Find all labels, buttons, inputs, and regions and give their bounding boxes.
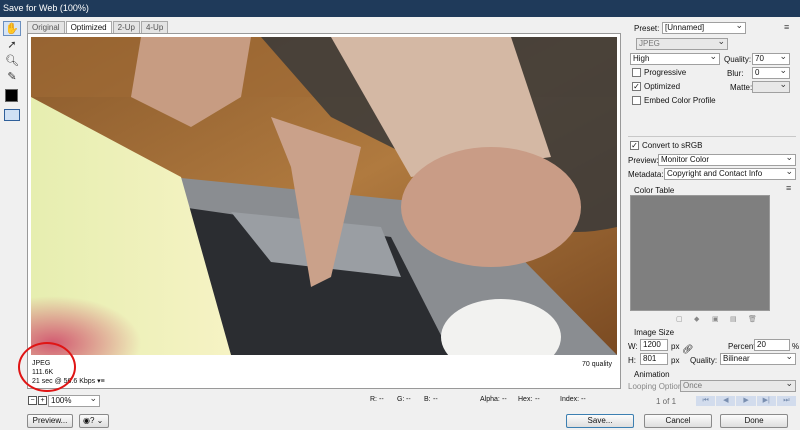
image-size-title: Image Size [634,328,675,337]
blur-input[interactable]: 0 [752,67,790,79]
height-input[interactable]: 801 [640,353,668,365]
g-value: -- [406,396,411,403]
embed-profile-label: Embed Color Profile [644,96,716,105]
b-label: B: [424,396,431,403]
photo-illustration [31,37,617,355]
optimized-label: Optimized [644,82,681,91]
constrain-proportions-icon[interactable]: 🔗︎ [682,344,693,355]
preset-label: Preset: [634,24,660,33]
percent-unit: % [792,342,800,351]
save-button[interactable]: Save... [566,414,634,428]
window-title: Save for Web (100%) [0,0,800,17]
animation-controls: ⏮ ◀ ▶ ▶| ⏭ [696,396,797,406]
tab-2-up[interactable]: 2-Up [112,21,140,33]
last-frame-icon[interactable]: ⏭ [776,396,797,406]
next-frame-icon[interactable]: ▶| [756,396,776,406]
preview-select[interactable]: Monitor Color [658,154,796,166]
tab-optimized[interactable]: Optimized [65,21,112,33]
convert-srgb-checkbox[interactable]: ✓ [630,141,639,150]
metadata-select[interactable]: Copyright and Contact Info [664,168,796,180]
optimized-checkbox[interactable]: ✓ [632,82,641,91]
width-label: W: [628,342,638,351]
animation-title: Animation [634,370,670,379]
preview-frame: JPEG 111.6K 21 sec @ 56.6 Kbps ▾≡ 70 qua… [27,33,621,389]
cancel-button[interactable]: Cancel [644,414,712,428]
index-label: Index: [560,396,580,403]
progressive-label: Progressive [644,68,687,77]
resample-quality-select[interactable]: Bilinear [720,353,796,365]
zoom-tool-icon[interactable]: 🔍︎ [3,53,21,68]
percent-input[interactable]: 20 [754,339,790,351]
color-table-menu-icon[interactable]: ≡ [786,183,791,193]
format-text: JPEG [32,360,51,367]
tab-original[interactable]: Original [27,21,65,33]
prev-frame-icon[interactable]: ◀ [716,396,736,406]
eyedropper-tool-icon[interactable]: ✎ [3,69,21,84]
preview-label: Preview: [628,156,659,165]
tool-panel: ✋ ➚ 🔍︎ ✎ [0,17,24,397]
delete-color-icon[interactable]: 🗑︎ [748,315,757,323]
browser-icon: ◉? [83,416,95,425]
r-label: R: [370,396,377,403]
format-select[interactable]: JPEG [636,38,728,50]
g-label: G: [397,396,405,403]
settings-panel: Preset: [Unnamed] ≡ JPEG High Quality: 7… [624,17,800,412]
web-shift-icon[interactable]: ◆ [694,315,699,323]
chevron-down-icon: ⌄ [94,416,104,425]
play-icon[interactable]: ▶ [736,396,756,406]
preview-image[interactable] [31,37,617,355]
toggle-slices-icon[interactable] [4,109,20,121]
view-tabs: Original Optimized 2-Up 4-Up [27,21,169,33]
add-color-icon[interactable]: ▤ [730,315,737,323]
convert-srgb-label: Convert to sRGB [642,141,703,150]
width-unit: px [671,342,680,351]
tab-4-up[interactable]: 4-Up [140,21,169,33]
file-size-text: 111.6K [32,369,54,376]
embed-profile-checkbox[interactable] [632,96,641,105]
metadata-label: Metadata: [628,170,664,179]
resample-quality-label: Quality: [690,356,718,365]
r-value: -- [379,396,384,403]
new-color-icon[interactable]: ▣ [712,315,719,323]
frame-counter: 1 of 1 [656,397,677,406]
preview-button[interactable]: Preview... [27,414,73,428]
b-value: -- [433,396,438,403]
matte-label: Matte: [730,83,753,92]
progressive-checkbox[interactable] [632,68,641,77]
status-bar: − + 100% R: -- G: -- B: -- Alpha: -- Hex… [27,394,621,408]
hand-tool-icon[interactable]: ✋ [3,21,21,36]
eyedropper-color-swatch[interactable] [5,89,18,102]
color-table-title: Color Table [634,186,675,195]
height-label: H: [628,356,636,365]
quality-readout: 70 quality [582,361,612,368]
hex-value: -- [535,396,540,403]
alpha-label: Alpha: [480,396,500,403]
download-menu-icon[interactable]: ▾≡ [97,378,105,385]
done-button[interactable]: Done [720,414,788,428]
lock-color-icon[interactable]: ▢ [676,315,683,323]
first-frame-icon[interactable]: ⏮ [696,396,716,406]
matte-select[interactable] [752,81,790,93]
alpha-value: -- [502,396,507,403]
zoom-out-button[interactable]: − [28,396,37,405]
preset-select[interactable]: [Unnamed] [662,22,746,34]
divider [628,136,796,137]
width-input[interactable]: 1200 [640,339,668,351]
hex-label: Hex: [518,396,533,403]
index-value: -- [581,396,586,403]
blur-label: Blur: [727,69,744,78]
browser-select[interactable]: ◉? ⌄ [79,414,109,428]
quality-input[interactable]: 70 [752,53,790,65]
looping-select[interactable]: Once [680,380,796,392]
compression-select[interactable]: High [630,53,720,65]
optimize-menu-icon[interactable]: ≡ [784,22,789,32]
height-unit: px [671,356,680,365]
zoom-select[interactable]: 100% [48,395,100,407]
slice-select-tool-icon[interactable]: ➚ [3,37,21,52]
download-time-text: 21 sec @ 56.6 Kbps ▾≡ [32,378,105,385]
image-info: JPEG 111.6K 21 sec @ 56.6 Kbps ▾≡ [32,359,105,386]
zoom-in-button[interactable]: + [38,396,47,405]
quality-label: Quality: [724,55,752,64]
color-table [630,195,770,311]
